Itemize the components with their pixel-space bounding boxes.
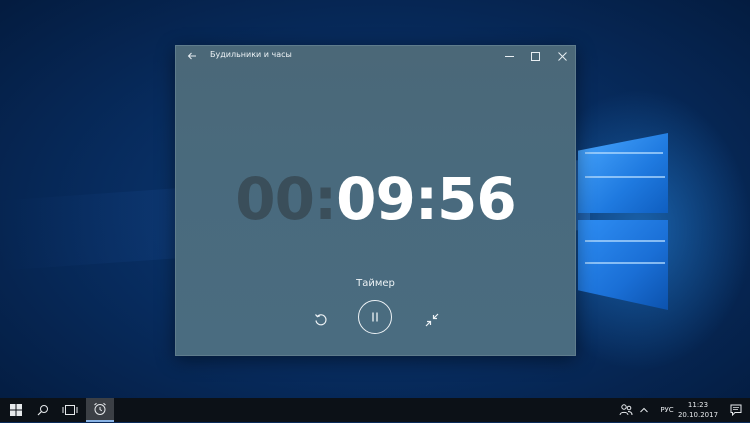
taskbar: РУС 11:23 20.10.2017 — [0, 398, 750, 422]
timer-separator: : — [313, 165, 337, 233]
windows-logo-pane-top — [578, 133, 668, 213]
language-indicator[interactable]: РУС — [657, 398, 677, 422]
logo-streak — [585, 176, 665, 178]
close-icon — [557, 52, 567, 61]
task-view-icon — [62, 405, 78, 415]
clock-date: 20.10.2017 — [677, 411, 719, 419]
notification-icon — [730, 404, 742, 417]
search-icon — [37, 405, 48, 416]
reset-button[interactable] — [311, 310, 331, 330]
task-view-button[interactable] — [56, 398, 84, 422]
back-button[interactable] — [182, 47, 202, 65]
minimize-button[interactable] — [496, 47, 522, 65]
pause-button[interactable] — [358, 300, 392, 334]
maximize-icon — [530, 52, 540, 61]
chevron-up-icon — [640, 407, 648, 413]
maximize-button[interactable] — [522, 47, 548, 65]
pause-icon — [372, 312, 378, 322]
timer-minutes-seconds: 09:56 — [336, 165, 517, 233]
logo-streak — [585, 240, 665, 242]
app-title: Будильники и часы — [210, 50, 292, 59]
windows-logo-pane-bottom — [578, 220, 668, 310]
back-arrow-icon — [187, 52, 196, 60]
taskbar-alarms-app[interactable] — [86, 398, 114, 422]
start-button[interactable] — [0, 398, 32, 422]
close-button[interactable] — [549, 47, 575, 65]
logo-streak — [585, 152, 663, 154]
alarms-clock-icon — [94, 402, 106, 415]
logo-streak — [585, 262, 665, 264]
people-icon — [619, 404, 633, 416]
timer-label: Таймер — [356, 278, 395, 289]
title-bar[interactable]: Будильники и часы — [176, 46, 575, 66]
action-center-button[interactable] — [724, 398, 748, 422]
reset-icon — [315, 314, 327, 326]
people-button[interactable] — [617, 398, 635, 422]
timer-display: 00:09:56 — [176, 164, 575, 234]
compact-overlay-button[interactable] — [422, 310, 442, 330]
timer-hours: 00 — [235, 165, 315, 233]
alarms-clock-window: Будильники и часы 00:09:56 Таймер — [175, 45, 576, 356]
show-hidden-icons-button[interactable] — [637, 398, 651, 422]
search-button[interactable] — [32, 398, 54, 422]
compact-overlay-icon — [425, 313, 439, 327]
start-icon — [10, 404, 22, 416]
clock-time: 11:23 — [687, 401, 709, 409]
taskbar-clock[interactable]: 11:23 20.10.2017 — [676, 398, 720, 422]
minimize-icon — [504, 56, 514, 57]
